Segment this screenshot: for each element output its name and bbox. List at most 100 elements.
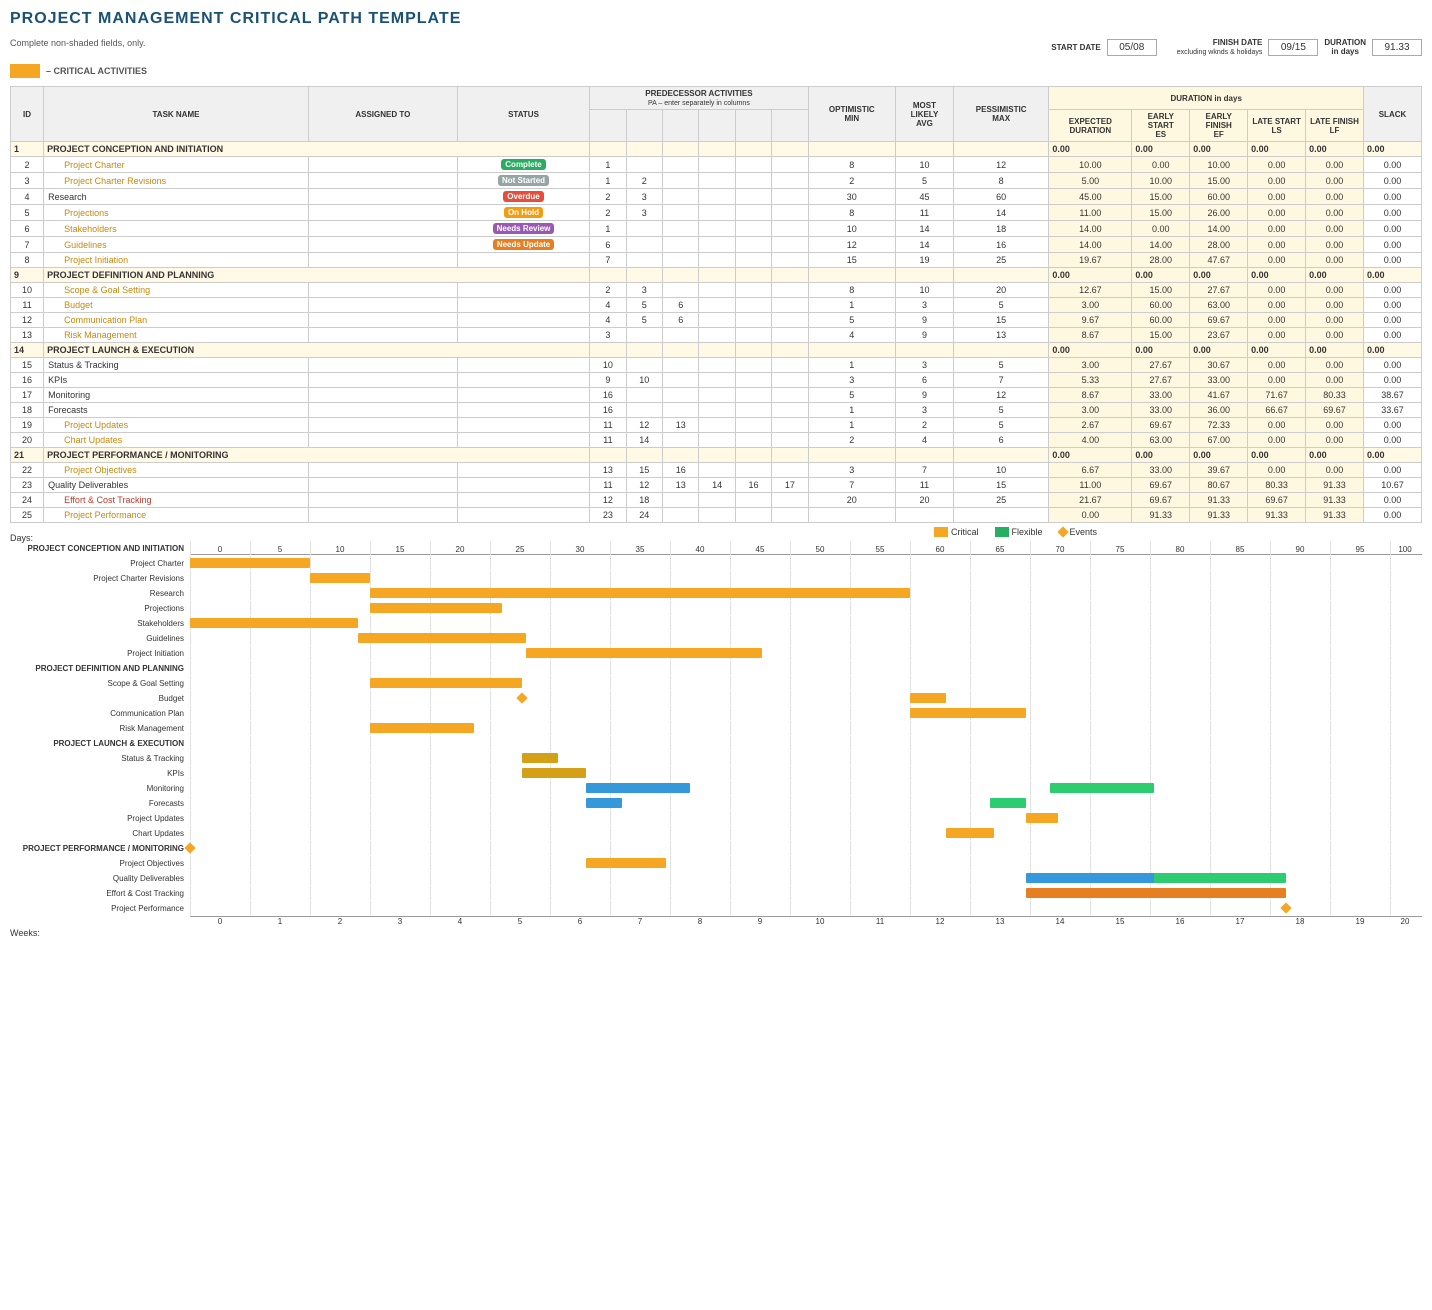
row-pa6[interactable] bbox=[772, 205, 808, 221]
row-pa4[interactable] bbox=[699, 189, 735, 205]
row-avg[interactable]: 14 bbox=[895, 221, 953, 237]
row-avg[interactable] bbox=[895, 268, 953, 283]
row-min[interactable] bbox=[808, 142, 895, 157]
row-pa3[interactable]: 6 bbox=[663, 298, 699, 313]
row-assigned[interactable] bbox=[308, 283, 457, 298]
row-pa3[interactable]: 13 bbox=[663, 418, 699, 433]
row-avg[interactable]: 4 bbox=[895, 433, 953, 448]
row-pa4[interactable] bbox=[699, 237, 735, 253]
row-min[interactable]: 8 bbox=[808, 205, 895, 221]
row-pa6[interactable] bbox=[772, 283, 808, 298]
row-pa6[interactable] bbox=[772, 463, 808, 478]
row-max[interactable] bbox=[953, 343, 1048, 358]
row-max[interactable]: 10 bbox=[953, 463, 1048, 478]
row-pa6[interactable] bbox=[772, 358, 808, 373]
row-pa5[interactable] bbox=[735, 373, 771, 388]
row-pa3[interactable]: 16 bbox=[663, 463, 699, 478]
row-assigned[interactable] bbox=[308, 253, 457, 268]
row-pa2[interactable] bbox=[626, 253, 662, 268]
duration-value[interactable]: 91.33 bbox=[1372, 39, 1422, 56]
row-assigned[interactable] bbox=[308, 358, 457, 373]
row-pa3[interactable] bbox=[663, 403, 699, 418]
row-pa3[interactable] bbox=[663, 189, 699, 205]
row-pa1[interactable]: 11 bbox=[590, 478, 626, 493]
row-pa3[interactable] bbox=[663, 328, 699, 343]
row-pa1[interactable]: 13 bbox=[590, 463, 626, 478]
row-pa6[interactable] bbox=[772, 157, 808, 173]
row-pa6[interactable] bbox=[772, 268, 808, 283]
row-pa2[interactable] bbox=[626, 403, 662, 418]
row-min[interactable]: 8 bbox=[808, 283, 895, 298]
row-pa4[interactable] bbox=[699, 328, 735, 343]
row-pa5[interactable] bbox=[735, 493, 771, 508]
row-pa2[interactable] bbox=[626, 388, 662, 403]
row-pa2[interactable] bbox=[626, 448, 662, 463]
row-assigned[interactable] bbox=[308, 403, 457, 418]
row-pa2[interactable] bbox=[626, 237, 662, 253]
row-pa1[interactable]: 11 bbox=[590, 418, 626, 433]
row-max[interactable]: 5 bbox=[953, 418, 1048, 433]
row-pa1[interactable]: 3 bbox=[590, 328, 626, 343]
row-avg[interactable] bbox=[895, 142, 953, 157]
row-pa5[interactable] bbox=[735, 237, 771, 253]
row-pa6[interactable] bbox=[772, 493, 808, 508]
row-min[interactable]: 1 bbox=[808, 403, 895, 418]
row-min[interactable]: 2 bbox=[808, 173, 895, 189]
row-pa3[interactable] bbox=[663, 173, 699, 189]
row-assigned[interactable] bbox=[308, 418, 457, 433]
row-pa4[interactable] bbox=[699, 373, 735, 388]
row-max[interactable] bbox=[953, 268, 1048, 283]
row-pa1[interactable] bbox=[590, 142, 626, 157]
row-pa6[interactable] bbox=[772, 373, 808, 388]
row-avg[interactable]: 3 bbox=[895, 358, 953, 373]
row-min[interactable]: 20 bbox=[808, 493, 895, 508]
row-assigned[interactable] bbox=[308, 313, 457, 328]
row-pa5[interactable] bbox=[735, 343, 771, 358]
row-pa5[interactable] bbox=[735, 173, 771, 189]
row-pa4[interactable]: 14 bbox=[699, 478, 735, 493]
row-pa2[interactable]: 5 bbox=[626, 313, 662, 328]
row-max[interactable]: 13 bbox=[953, 328, 1048, 343]
row-pa3[interactable] bbox=[663, 283, 699, 298]
row-pa5[interactable] bbox=[735, 268, 771, 283]
row-assigned[interactable] bbox=[308, 508, 457, 523]
row-min[interactable]: 2 bbox=[808, 433, 895, 448]
row-max[interactable]: 25 bbox=[953, 253, 1048, 268]
row-avg[interactable]: 10 bbox=[895, 283, 953, 298]
row-pa2[interactable]: 2 bbox=[626, 173, 662, 189]
row-pa5[interactable] bbox=[735, 298, 771, 313]
row-pa5[interactable] bbox=[735, 418, 771, 433]
row-avg[interactable]: 14 bbox=[895, 237, 953, 253]
row-pa6[interactable] bbox=[772, 253, 808, 268]
row-pa4[interactable] bbox=[699, 358, 735, 373]
row-pa6[interactable] bbox=[772, 237, 808, 253]
row-pa4[interactable] bbox=[699, 283, 735, 298]
row-pa2[interactable] bbox=[626, 358, 662, 373]
row-avg[interactable]: 5 bbox=[895, 173, 953, 189]
row-pa2[interactable] bbox=[626, 268, 662, 283]
row-avg[interactable]: 9 bbox=[895, 328, 953, 343]
row-pa6[interactable] bbox=[772, 433, 808, 448]
row-min[interactable]: 4 bbox=[808, 328, 895, 343]
row-pa5[interactable] bbox=[735, 157, 771, 173]
row-pa5[interactable] bbox=[735, 189, 771, 205]
row-pa6[interactable] bbox=[772, 418, 808, 433]
row-pa5[interactable] bbox=[735, 142, 771, 157]
row-pa4[interactable] bbox=[699, 157, 735, 173]
row-pa3[interactable] bbox=[663, 448, 699, 463]
row-pa6[interactable] bbox=[772, 313, 808, 328]
row-pa2[interactable] bbox=[626, 157, 662, 173]
row-pa6[interactable] bbox=[772, 343, 808, 358]
row-pa3[interactable] bbox=[663, 253, 699, 268]
row-assigned[interactable] bbox=[308, 493, 457, 508]
row-pa3[interactable] bbox=[663, 205, 699, 221]
row-pa4[interactable] bbox=[699, 298, 735, 313]
row-pa4[interactable] bbox=[699, 448, 735, 463]
row-pa5[interactable] bbox=[735, 448, 771, 463]
row-pa6[interactable] bbox=[772, 448, 808, 463]
row-pa4[interactable] bbox=[699, 493, 735, 508]
row-max[interactable]: 5 bbox=[953, 358, 1048, 373]
row-min[interactable]: 7 bbox=[808, 478, 895, 493]
row-avg[interactable]: 7 bbox=[895, 463, 953, 478]
row-pa6[interactable]: 17 bbox=[772, 478, 808, 493]
